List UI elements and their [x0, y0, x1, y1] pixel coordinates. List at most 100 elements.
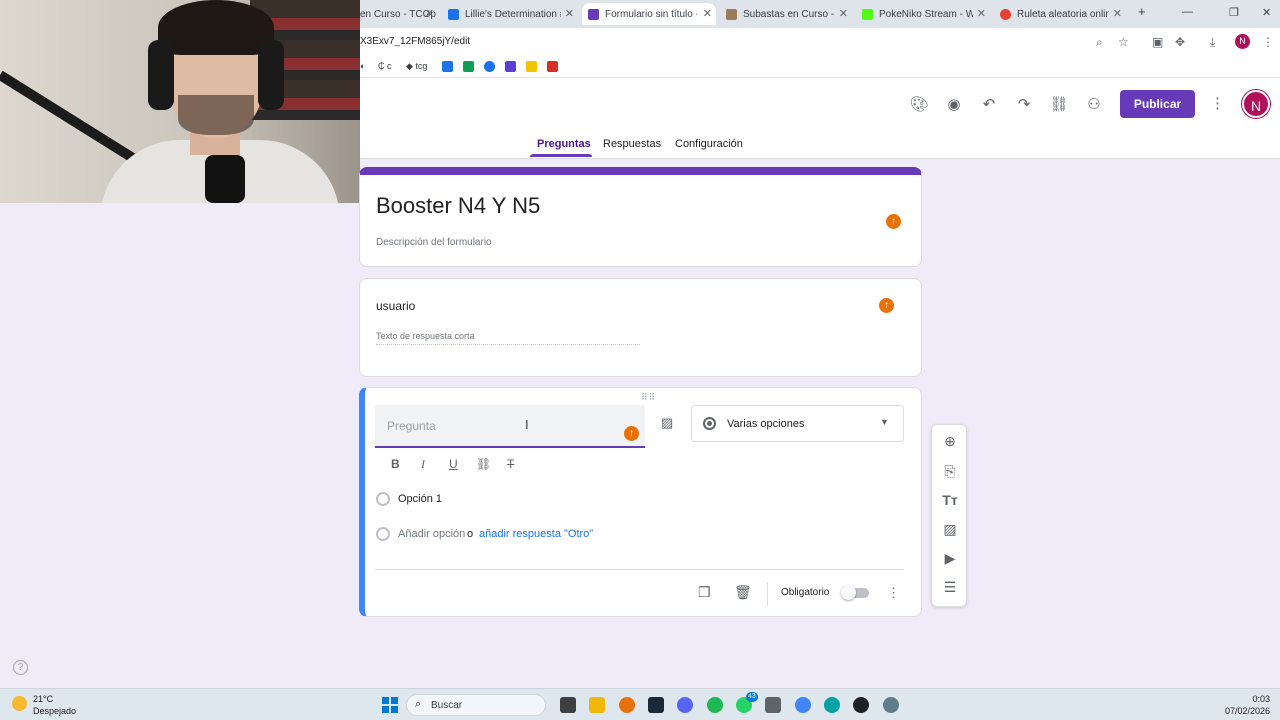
user-avatar[interactable]: N [1242, 90, 1270, 118]
palette-icon[interactable]: 🎨︎ [908, 94, 930, 116]
redo-icon[interactable]: ↷ [1013, 94, 1035, 116]
clear-formatting-icon[interactable]: T [507, 457, 514, 471]
question-title-input[interactable]: Pregunta I ↑ [375, 405, 645, 448]
help-icon[interactable]: ? [13, 660, 28, 675]
italic-icon[interactable]: I [421, 457, 425, 472]
more-options-icon[interactable]: ⋮ [887, 585, 900, 601]
bookmark-icon[interactable] [442, 61, 453, 72]
tab-preguntas[interactable]: Preguntas [537, 138, 591, 150]
bookmark-icon[interactable] [484, 61, 495, 72]
more-options-icon[interactable]: ⋮ [1210, 94, 1225, 112]
form-title-card: Booster N4 Y N5 Descripción del formular… [359, 167, 922, 267]
import-questions-icon[interactable]: ⎘ [932, 463, 968, 480]
publish-button[interactable]: Publicar [1120, 90, 1195, 118]
tab-respuestas[interactable]: Respuestas [603, 138, 661, 150]
spotify-icon[interactable] [707, 697, 723, 713]
active-question-card[interactable]: ⠿⠿ Pregunta I ↑ ▨ Varias opciones ▼ B I … [359, 387, 922, 617]
grammarly-suggestion-icon[interactable]: ↑ [879, 298, 894, 313]
windows-start-icon[interactable] [382, 697, 398, 713]
form-description[interactable]: Descripción del formulario [376, 237, 492, 248]
tab-configuracion[interactable]: Configuración [675, 138, 743, 150]
drag-handle-icon[interactable]: ⠿⠿ [641, 392, 656, 403]
bookmark-star-icon[interactable]: ☆ [1118, 35, 1129, 49]
browser-tab[interactable]: Ruleta aleatoria online - ✕ [1000, 3, 1126, 25]
tab-close-icon[interactable]: ✕ [703, 7, 712, 20]
add-question-icon[interactable]: ⊕ [932, 433, 968, 450]
extension-devtools-icon[interactable]: ▣ [1152, 35, 1163, 49]
add-title-icon[interactable]: Tт [932, 492, 968, 508]
weather-temperature[interactable]: 21°C [33, 694, 53, 704]
question-type-select[interactable]: Varias opciones ▼ [691, 405, 904, 442]
delete-trash-icon[interactable]: 🗑︎ [734, 584, 752, 601]
app-icon[interactable] [619, 697, 635, 713]
obs-icon[interactable] [853, 697, 869, 713]
underline-icon[interactable]: U [449, 457, 458, 471]
browser-tab-active[interactable]: Formulario sin título - For ✕ [582, 3, 716, 25]
bookmark-icon[interactable] [505, 61, 516, 72]
bookmark-icon[interactable] [547, 61, 558, 72]
undo-icon[interactable]: ↶ [978, 94, 1000, 116]
settings-gear-icon[interactable] [883, 697, 899, 713]
zoom-icon[interactable]: ⌕ [1096, 35, 1103, 50]
clock-time[interactable]: 0:03 [1228, 694, 1270, 704]
preview-eye-icon[interactable]: ◉ [943, 94, 965, 116]
browser-tab[interactable]: en Curso - TCGp ✕ [360, 3, 438, 25]
active-tab-indicator [530, 154, 592, 157]
calculator-icon[interactable] [765, 697, 781, 713]
option-1-label[interactable]: Opción 1 [398, 493, 442, 505]
maximize-icon[interactable]: ❐ [1229, 6, 1239, 19]
browser-tab[interactable]: Subastas en Curso - TCGp ✕ [726, 3, 852, 25]
link-icon[interactable]: ⛓ [476, 457, 491, 471]
browser-tab[interactable]: Lillie's Determination #16 ✕ [448, 3, 578, 25]
link-icon[interactable]: ⛓ [1048, 94, 1070, 116]
chrome-icon[interactable] [795, 697, 811, 713]
radio-type-icon [703, 417, 716, 430]
bookmark-icon[interactable]: ◐ [360, 61, 365, 71]
add-section-icon[interactable]: ☰ [932, 579, 968, 596]
add-collaborator-icon[interactable]: ⚇ [1083, 94, 1105, 116]
weather-description[interactable]: Despejado [33, 706, 76, 716]
file-explorer-icon[interactable] [589, 697, 605, 713]
browser-tab[interactable]: PokeNiko Stream - Watch ✕ [862, 3, 990, 25]
browser-menu-icon[interactable]: ⋮ [1262, 35, 1274, 49]
tab-close-icon[interactable]: ✕ [977, 7, 986, 20]
window-close-icon[interactable]: ✕ [1262, 6, 1271, 19]
tab-title: Formulario sin título - For [605, 8, 697, 20]
tab-close-icon[interactable]: ✕ [1113, 7, 1122, 20]
address-bar: X3Exv7_12FM865jY/edit ⌕ ☆ ▣ ✥ ⤓ N ⋮ [360, 28, 1280, 56]
steam-icon[interactable] [648, 697, 664, 713]
download-icon[interactable]: ⤓ [1210, 35, 1215, 50]
bookmark-item[interactable]: ◆ tcg [406, 61, 427, 72]
clock-date[interactable]: 07/02/2026 [1222, 706, 1270, 716]
add-option-link[interactable]: Añadir opción [398, 528, 465, 540]
duplicate-icon[interactable]: ❐ [698, 584, 711, 601]
extensions-puzzle-icon[interactable]: ✥ [1175, 35, 1185, 49]
minimize-icon[interactable]: — [1182, 6, 1193, 18]
bold-icon[interactable]: B [391, 457, 400, 471]
sheets-bookmark-icon[interactable] [463, 61, 474, 72]
weather-moon-icon[interactable] [12, 696, 27, 711]
add-image-icon[interactable]: ▨ [661, 415, 673, 431]
profile-avatar[interactable]: N [1235, 34, 1250, 49]
taskbar-search[interactable]: ⌕ Buscar [406, 694, 546, 716]
discord-icon[interactable] [677, 697, 693, 713]
url-field[interactable]: X3Exv7_12FM865jY/edit [360, 36, 470, 47]
question-placeholder: Pregunta [387, 419, 436, 433]
app-icon[interactable] [824, 697, 840, 713]
add-other-link[interactable]: añadir respuesta "Otro" [479, 528, 593, 540]
form-title[interactable]: Booster N4 Y N5 [376, 193, 540, 219]
bookmark-item[interactable]: ₵ c [378, 61, 392, 71]
terminal-app-icon[interactable] [560, 697, 576, 713]
tab-close-icon[interactable]: ✕ [839, 7, 848, 20]
bookmark-icon[interactable] [526, 61, 537, 72]
add-video-icon[interactable]: ▶ [932, 550, 968, 567]
new-tab-icon[interactable]: + [1138, 4, 1146, 19]
webcam-overlay [0, 0, 360, 203]
grammarly-suggestion-icon[interactable]: ↑ [624, 426, 639, 441]
tab-close-icon[interactable]: ✕ [565, 7, 574, 20]
add-image-icon[interactable]: ▨ [932, 521, 968, 538]
grammarly-suggestion-icon[interactable]: ↑ [886, 214, 901, 229]
question-card[interactable]: usuario Texto de respuesta corta ↑ [359, 278, 922, 377]
required-toggle-knob[interactable] [841, 585, 856, 600]
tab-close-icon[interactable]: ✕ [425, 7, 434, 20]
